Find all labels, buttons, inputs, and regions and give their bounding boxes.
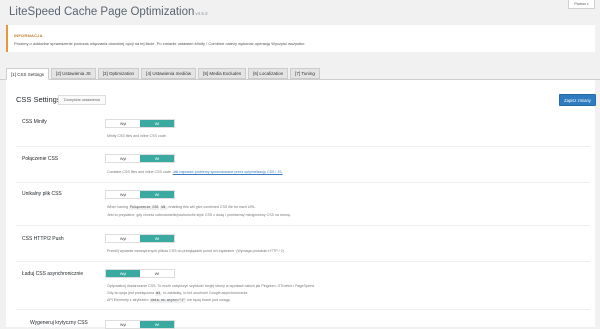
css-combine-description: Combine CSS files and inline CSS code. J…: [107, 170, 283, 174]
desc-text: nie będą brane pod uwagę.: [187, 298, 231, 302]
code-snippet: data-no-async="1": [149, 299, 187, 303]
row-label-css-minify: CSS Minify: [22, 119, 47, 125]
css-http2-push-toggle[interactable]: Wył Wł: [105, 234, 175, 243]
settings-tabs: [1] CSS Settings [2] Ustawienia JS [3] O…: [6, 68, 320, 80]
row-divider: [16, 225, 590, 226]
help-label: Pomoc: [574, 2, 587, 6]
help-link[interactable]: Jak naprawić problemy spowodowane przez …: [173, 170, 283, 174]
tab-localization[interactable]: [6] Localization: [248, 68, 289, 79]
unique-css-description: When having Połączenie CSS Wł, enabling …: [107, 205, 256, 210]
row-divider: [16, 146, 590, 147]
desc-text: Gdy ta opcja jest przełączona: [107, 291, 155, 295]
css-http2-push-description: Prześlij wysłanie wewnętrznych plików CS…: [107, 249, 284, 253]
row-divider: [16, 309, 590, 310]
save-changes-button[interactable]: Zapisz zmiany: [559, 94, 596, 106]
tab-tuning[interactable]: [7] Tuning: [290, 68, 320, 79]
desc-text: API Elementy z atrybutem: [107, 298, 149, 302]
toggle-off-option[interactable]: Wył: [106, 155, 140, 162]
row-label-css-combine: Połączenie CSS: [22, 156, 59, 162]
toggle-on-option[interactable]: Wł: [140, 270, 174, 277]
row-divider: [16, 182, 590, 183]
help-dropdown-button[interactable]: Pomoc ▾: [568, 0, 595, 9]
toggle-on-option[interactable]: Wł: [140, 235, 174, 242]
tab-js-settings[interactable]: [2] Ustawienia JS: [51, 68, 96, 79]
css-minify-description: Minify CSS files and inline CSS code.: [107, 134, 167, 138]
notice-label: INFORMACJA: [14, 33, 43, 38]
unique-css-toggle[interactable]: Wył Wł: [105, 190, 175, 199]
css-async-description: Optymalizuj dostarczanie CSS. To może zw…: [107, 284, 315, 288]
css-minify-toggle[interactable]: Wył Wł: [105, 119, 175, 128]
toggle-on-option[interactable]: Wł: [140, 191, 174, 198]
page-title: LiteSpeed Cache Page Optimizationv4.5.2: [9, 6, 208, 18]
toggle-on-option[interactable]: Wł: [140, 120, 174, 127]
row-divider: [16, 261, 590, 262]
css-async-toggle[interactable]: Wył Wł: [105, 269, 175, 278]
desc-text: Combine CSS files and inline CSS code.: [107, 170, 172, 174]
version-label: v4.5.2: [195, 11, 208, 16]
toggle-off-option[interactable]: Wył: [106, 120, 140, 127]
css-async-description-3: API Elementy z atrybutem data-no-async="…: [107, 298, 231, 303]
row-label-unique-css: Unikalny plik CSS: [22, 191, 62, 197]
tab-media-excludes[interactable]: [5] Media Excludes: [198, 68, 247, 79]
page-title-text: LiteSpeed Cache Page Optimization: [9, 6, 195, 18]
code-snippet: Połączenie CSS: [128, 206, 160, 210]
settings-panel: [6, 80, 595, 327]
toggle-off-option[interactable]: Wył: [106, 270, 140, 277]
info-notice: INFORMACJA Prosimy o dokładne sprawdzeni…: [6, 25, 595, 52]
tab-css-settings[interactable]: [1] CSS Settings: [6, 68, 50, 80]
section-title: CSS Settings: [16, 95, 61, 104]
desc-text: , to zakładkę, to też uruchomi Google as…: [161, 291, 249, 295]
chevron-down-icon: ▾: [587, 2, 589, 6]
desc-text: , enabling this will give combined CSS f…: [166, 205, 257, 209]
row-label-css-async: Ładuj CSS asynchronicznie: [22, 271, 84, 277]
row-label-css-http2-push: CSS HTTP/2 Push: [22, 236, 64, 242]
tab-optimization[interactable]: [3] Optimization: [97, 68, 140, 79]
row-label-critical-css: Wygeneruj krytyczny CSS: [30, 320, 88, 326]
css-async-description-2: Gdy ta opcja jest przełączona Wł, to zak…: [107, 291, 248, 296]
css-combine-toggle[interactable]: Wył Wł: [105, 154, 175, 163]
tab-media-settings[interactable]: [4] Ustawienia mediów: [141, 68, 197, 79]
toggle-off-option[interactable]: Wył: [106, 191, 140, 198]
toggle-off-option[interactable]: Wył: [106, 235, 140, 242]
reset-defaults-button[interactable]: Domyślne ustawienia: [58, 95, 106, 105]
unique-css-description-2: Jest to przydatne, gdy chcesz uzbrudowel…: [107, 213, 291, 217]
toggle-on-option[interactable]: Wł: [140, 155, 174, 162]
notice-message: Prosimy o dokładne sprawdzenie podczas w…: [14, 41, 306, 46]
desc-text: When having: [107, 205, 128, 209]
critical-css-toggle[interactable]: Wył Wł: [105, 320, 175, 329]
